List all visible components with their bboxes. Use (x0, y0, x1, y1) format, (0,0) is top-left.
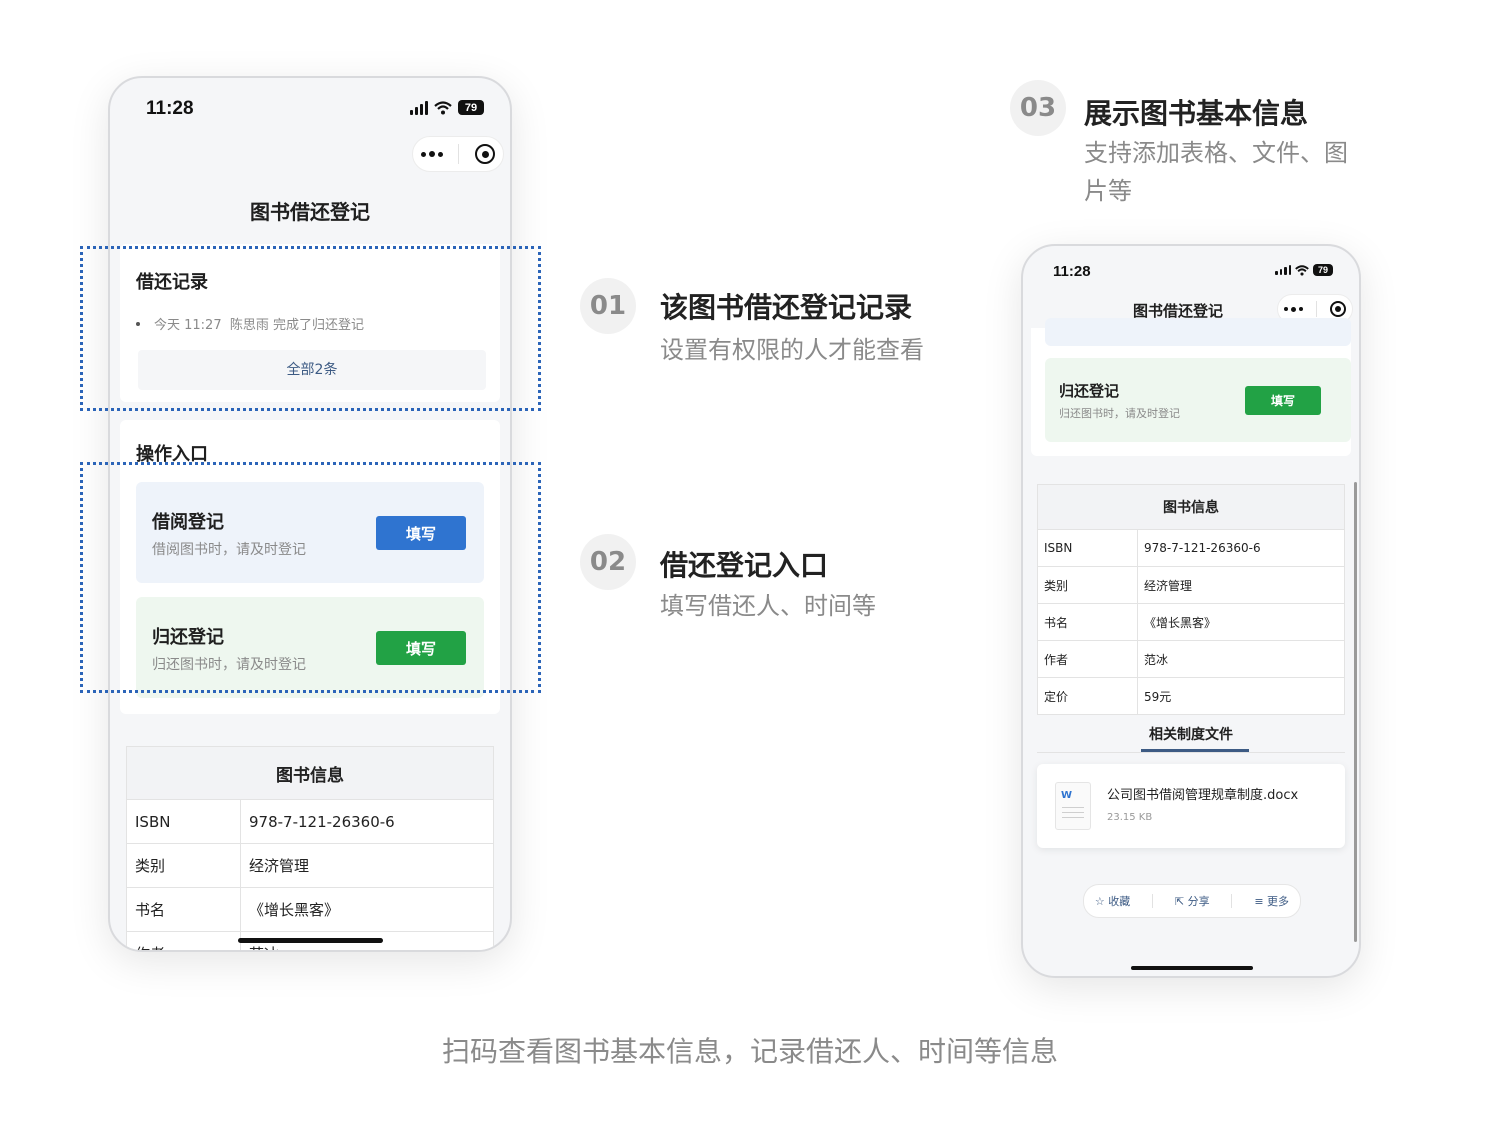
annotation-title-03: 展示图书基本信息 (1084, 97, 1309, 130)
return-desc: 归还图书时，请及时登记 (1059, 407, 1180, 420)
row-label: 作者 (126, 931, 241, 950)
related-tab-bar: 相关制度文件 (1037, 722, 1345, 753)
annotation-title-02: 借还登记入口 (660, 549, 829, 582)
more-icon[interactable] (1284, 306, 1304, 312)
signal-icon (410, 100, 428, 115)
annotation-title-01: 该图书借还登记记录 (660, 291, 913, 324)
row-value: 978-7-121-26360-6 (240, 799, 494, 844)
operations-card: 归还登记 归还图书时，请及时登记 填写 (1031, 318, 1351, 456)
close-target-icon[interactable] (1329, 301, 1346, 317)
table-row: 作者范冰 (1037, 640, 1345, 678)
annotation-sub-03: 支持添加表格、文件、图片等 (1084, 139, 1348, 205)
return-entry: 归还登记 归还图书时，请及时登记 填写 (1045, 358, 1351, 442)
row-value: 经济管理 (240, 843, 494, 888)
row-value: 范冰 (1137, 640, 1345, 678)
row-value: 59元 (1137, 677, 1345, 715)
file-card[interactable]: W 公司图书借阅管理规章制度.docx 23.15 KB (1037, 764, 1345, 848)
row-label: 类别 (1037, 566, 1138, 604)
home-indicator (238, 938, 383, 943)
row-value: 经济管理 (1137, 566, 1345, 604)
home-indicator (1131, 966, 1253, 970)
row-label: 定价 (1037, 677, 1138, 715)
tab-underline (1141, 749, 1249, 752)
menu-icon: ≡ (1254, 895, 1264, 908)
row-value: 978-7-121-26360-6 (1137, 529, 1345, 567)
row-label: 书名 (1037, 603, 1138, 641)
row-value: 《增长黑客》 (1137, 603, 1345, 641)
battery-icon: 79 (458, 100, 484, 115)
table-row: 书名 《增长黑客》 (1037, 603, 1345, 641)
file-type-label: W (1061, 790, 1073, 801)
highlight-operations (80, 462, 541, 693)
row-label: 类别 (126, 843, 241, 888)
borrow-entry-partial (1045, 318, 1351, 346)
status-time: 11:28 (1053, 263, 1091, 280)
more-icon[interactable] (420, 151, 443, 157)
annotation-sub-02: 填写借还人、时间等 (660, 592, 876, 620)
signal-icon (1275, 265, 1291, 275)
bottom-action-bar: ☆ 收藏 ⇱ 分享 ≡ 更多 (1083, 884, 1301, 918)
more-label: 更多 (1267, 895, 1290, 908)
bottom-caption: 扫码查看图书基本信息，记录借还人、时间等信息 (441, 1035, 1058, 1068)
close-target-icon[interactable] (475, 144, 496, 164)
book-info-table: 图书信息 ISBN 978-7-121-26360-6 类别 经济管理 书名 《增长黑… (126, 746, 494, 950)
status-icons: 79 (1275, 264, 1333, 276)
row-value: 《增长黑客》 (240, 887, 494, 932)
share-label: 分享 (1187, 895, 1210, 908)
word-file-icon: W (1055, 782, 1091, 830)
scrollbar[interactable] (1354, 482, 1357, 942)
status-time: 11:28 (146, 98, 194, 119)
more-button[interactable]: ≡ 更多 (1254, 893, 1289, 909)
highlight-records (80, 246, 541, 411)
favorite-button[interactable]: ☆ 收藏 (1095, 893, 1130, 909)
status-icons: 79 (410, 100, 484, 115)
table-row: 书名 《增长黑客》 (126, 887, 494, 932)
battery-icon: 79 (1313, 264, 1333, 276)
file-name: 公司图书借阅管理规章制度.docx (1107, 788, 1299, 803)
row-label: ISBN (126, 799, 241, 844)
annotation-number-01: 01 (580, 278, 636, 334)
favorite-label: 收藏 (1108, 895, 1131, 908)
row-label: ISBN (1037, 529, 1138, 567)
annotation-sub-01: 设置有权限的人才能查看 (660, 336, 924, 364)
row-label: 书名 (126, 887, 241, 932)
right-phone-frame: 11:28 79 图书借还登记 归还登记 归还图书时，请及时登记 填写 图书信息… (1021, 244, 1361, 978)
file-size: 23.15 KB (1107, 812, 1153, 823)
table-row: ISBN 978-7-121-26360-6 (1037, 529, 1345, 567)
page-title: 图书借还登记 (250, 200, 370, 224)
annotation-number-02: 02 (580, 534, 636, 590)
table-row: 定价 59元 (1037, 677, 1345, 715)
tab-related-files[interactable]: 相关制度文件 (1037, 724, 1345, 744)
return-title: 归还登记 (1059, 382, 1120, 400)
share-icon: ⇱ (1174, 895, 1185, 908)
book-info-title: 图书信息 (126, 746, 494, 800)
table-row: ISBN 978-7-121-26360-6 (126, 799, 494, 844)
book-info-title: 图书信息 (1037, 484, 1345, 530)
book-info-table: 图书信息 ISBN 978-7-121-26360-6 类别 经济管理 书名 《增长黑… (1037, 484, 1345, 715)
mini-program-capsule (412, 136, 504, 172)
annotation-number-03: 03 (1010, 80, 1066, 136)
share-button[interactable]: ⇱ 分享 (1175, 893, 1210, 909)
row-label: 作者 (1037, 640, 1138, 678)
table-row: 类别 经济管理 (126, 843, 494, 888)
wifi-icon (434, 100, 452, 114)
return-fill-button[interactable]: 填写 (1245, 386, 1321, 415)
star-icon: ☆ (1094, 895, 1105, 908)
table-row: 类别 经济管理 (1037, 566, 1345, 604)
wifi-icon (1295, 264, 1309, 276)
